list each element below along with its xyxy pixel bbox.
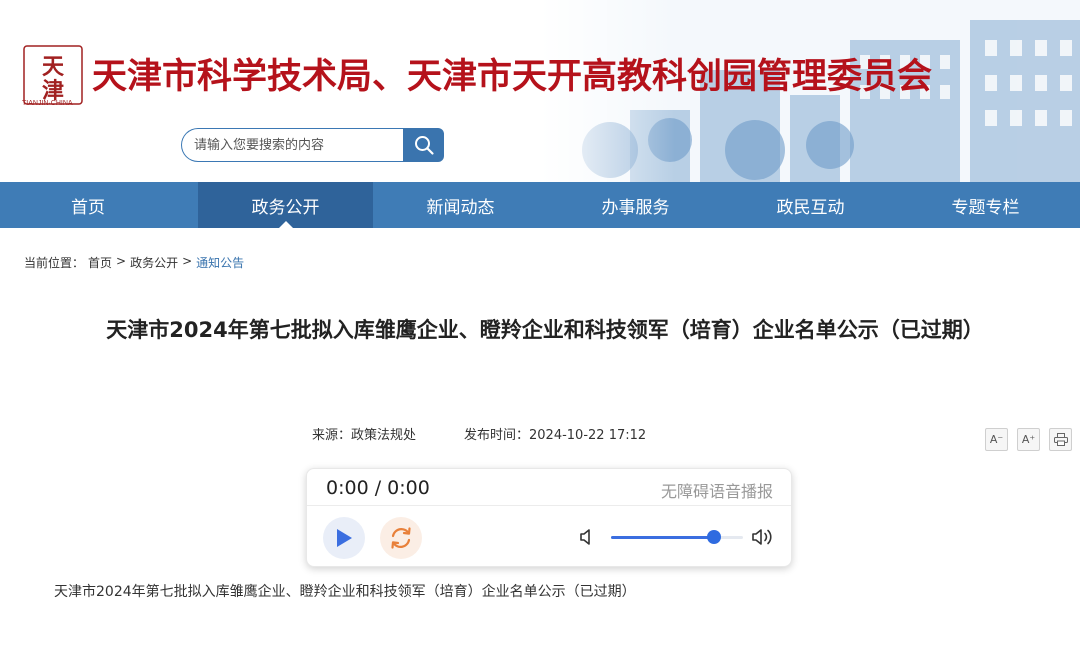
replay-icon (391, 527, 411, 549)
audio-player: 0:00 / 0:00 无障碍语音播报 (306, 468, 792, 567)
article-title: 天津市2024年第七批拟入库雏鹰企业、瞪羚企业和科技领军（培育）企业名单公示（已… (106, 318, 984, 342)
city-seal-logo: 天 津 (23, 45, 83, 105)
main-nav: 首页 政务公开 新闻动态 办事服务 政民互动 专题专栏 (0, 182, 1080, 228)
logo-text-top: 天 (42, 54, 65, 80)
breadcrumb-home[interactable]: 首页 (88, 254, 112, 271)
volume-high-icon[interactable] (751, 527, 775, 547)
logo-subtitle: TIANJIN·CHINA (22, 100, 73, 107)
nav-item-services[interactable]: 办事服务 (548, 182, 723, 228)
breadcrumb: 当前位置： 首页 > 政务公开 > 通知公告 (24, 254, 244, 271)
article-publish-time: 发布时间：2024-10-22 17:12 (464, 428, 647, 443)
player-divider (307, 505, 791, 506)
search-icon (414, 136, 434, 155)
font-increase-button[interactable]: A⁺ (1017, 428, 1040, 451)
breadcrumb-notices[interactable]: 通知公告 (196, 254, 244, 271)
search-button[interactable] (403, 128, 444, 162)
print-icon (1053, 433, 1068, 446)
breadcrumb-separator: > (182, 254, 193, 268)
play-button[interactable] (323, 517, 365, 559)
nav-item-home[interactable]: 首页 (0, 182, 198, 228)
nav-item-news[interactable]: 新闻动态 (373, 182, 548, 228)
nav-item-government-affairs[interactable]: 政务公开 (198, 182, 373, 228)
site-title: 天津市科学技术局、天津市天开高教科创园管理委员会 (92, 56, 933, 97)
breadcrumb-separator: > (116, 254, 127, 268)
article-tools: A⁻ A⁺ (985, 428, 1072, 451)
volume-slider[interactable] (611, 530, 743, 544)
volume-low-icon[interactable] (579, 528, 595, 546)
search-bar (181, 128, 444, 162)
replay-button[interactable] (380, 517, 422, 559)
nav-item-interaction[interactable]: 政民互动 (723, 182, 898, 228)
article-meta: 来源：政策法规处 发布时间：2024-10-22 17:12 (312, 424, 646, 443)
breadcrumb-prefix: 当前位置： (24, 256, 85, 270)
site-header: 天 津 TIANJIN·CHINA 天津市科学技术局、天津市天开高教科创园管理委… (0, 0, 1080, 182)
search-input[interactable] (181, 128, 405, 162)
print-button[interactable] (1049, 428, 1072, 451)
player-label: 无障碍语音播报 (660, 482, 773, 501)
nav-item-topics[interactable]: 专题专栏 (898, 182, 1073, 228)
font-decrease-button[interactable]: A⁻ (985, 428, 1008, 451)
play-icon (337, 529, 352, 547)
article-body: 天津市2024年第七批拟入库雏鹰企业、瞪羚企业和科技领军（培育）企业名单公示（已… (54, 584, 636, 600)
volume-slider-thumb[interactable] (706, 530, 721, 544)
player-time: 0:00 / 0:00 (326, 477, 430, 499)
article-source: 来源：政策法规处 (312, 428, 417, 443)
breadcrumb-government-affairs[interactable]: 政务公开 (130, 254, 178, 271)
volume-slider-fill (611, 536, 714, 539)
